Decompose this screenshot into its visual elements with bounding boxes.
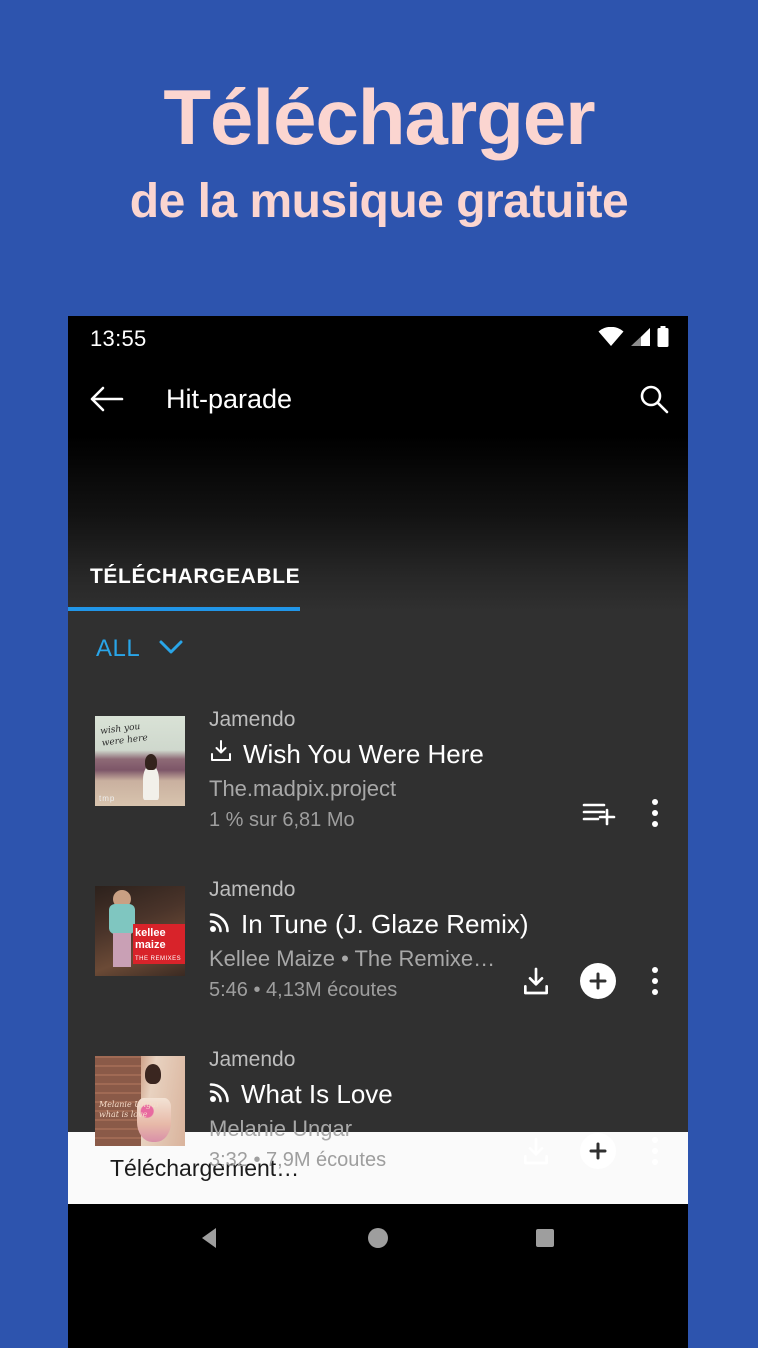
track-title-line: In Tune (J. Glaze Remix) xyxy=(209,905,672,943)
overflow-menu-icon[interactable] xyxy=(644,797,666,829)
android-nav-bar xyxy=(68,1204,688,1276)
app-bar: Hit-parade xyxy=(68,362,688,436)
track-row[interactable]: Melanie Ungar what is love Jamendo What I… xyxy=(68,1027,688,1197)
track-row[interactable]: wish you were here tmp Jamendo Wish You W… xyxy=(68,687,688,857)
track-title: What Is Love xyxy=(241,1079,393,1109)
status-bar-clock: 13:55 xyxy=(90,326,147,351)
headline-line-2: de la musique gratuite xyxy=(129,175,629,228)
battery-icon xyxy=(656,325,670,353)
track-title-line: Wish You Were Here xyxy=(209,735,672,773)
tab-bar: TÉLÉCHARGEABLE xyxy=(68,436,688,611)
download-icon[interactable] xyxy=(520,965,552,997)
track-row[interactable]: kellee maize THE REMIXES Jamendo In Tune (… xyxy=(68,857,688,1027)
album-artwork: wish you were here tmp xyxy=(95,716,185,806)
wifi-icon xyxy=(598,326,624,352)
album-artwork: kellee maize THE REMIXES xyxy=(95,886,185,976)
search-icon[interactable] xyxy=(638,383,670,415)
track-provider: Jamendo xyxy=(209,708,296,731)
download-icon[interactable] xyxy=(520,1135,552,1167)
track-title: Wish You Were Here xyxy=(243,739,484,769)
track-actions xyxy=(582,797,666,829)
track-actions xyxy=(520,963,666,999)
nav-home-circle-icon[interactable] xyxy=(364,1224,392,1257)
chevron-down-icon xyxy=(158,639,184,660)
tab-telechargeable[interactable]: TÉLÉCHARGEABLE xyxy=(90,565,300,589)
nav-back-triangle-icon[interactable] xyxy=(197,1224,225,1257)
add-icon[interactable] xyxy=(580,1133,616,1169)
back-arrow-icon[interactable] xyxy=(90,385,136,413)
track-title: In Tune (J. Glaze Remix) xyxy=(241,909,529,939)
status-bar-icons xyxy=(598,325,670,353)
playlist-add-icon[interactable] xyxy=(582,799,616,827)
nav-recents-square-icon[interactable] xyxy=(531,1224,559,1257)
track-provider: Jamendo xyxy=(209,1048,296,1071)
page-title: Télécharger de la musique gratuite xyxy=(0,78,758,226)
app-bar-title: Hit-parade xyxy=(166,383,293,414)
cellular-signal-icon xyxy=(629,327,651,352)
track-provider: Jamendo xyxy=(209,878,296,901)
download-icon xyxy=(209,735,233,773)
album-artwork: Melanie Ungar what is love xyxy=(95,1056,185,1146)
overflow-menu-icon[interactable] xyxy=(644,1135,666,1167)
track-actions xyxy=(520,1133,666,1169)
phone-mockup: 13:55 Hit-parade TÉLÉCHARGEABLE ALL wish… xyxy=(68,316,688,1348)
add-icon[interactable] xyxy=(580,963,616,999)
track-title-line: What Is Love xyxy=(209,1075,672,1113)
headline-line-1: Télécharger xyxy=(163,73,595,161)
stream-icon xyxy=(209,905,231,943)
track-list: ALL wish you were here tmp Jamendo Wish … xyxy=(68,611,688,1171)
stream-icon xyxy=(209,1075,231,1113)
overflow-menu-icon[interactable] xyxy=(644,965,666,997)
poster-canvas: Télécharger de la musique gratuite 13:55 xyxy=(0,0,758,1348)
status-bar: 13:55 xyxy=(68,316,688,362)
filter-dropdown[interactable]: ALL xyxy=(68,611,688,687)
filter-dropdown-label: ALL xyxy=(96,635,141,662)
